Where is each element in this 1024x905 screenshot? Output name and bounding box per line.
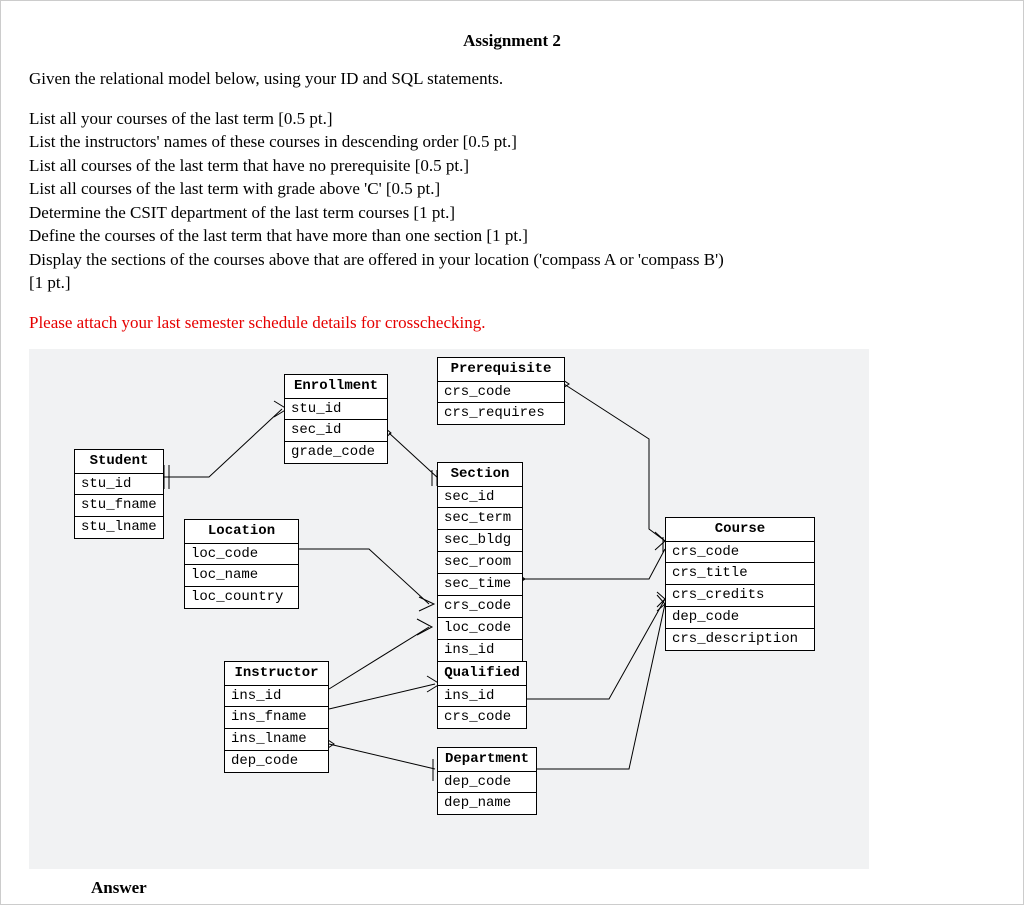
entity-instructor: Instructor ins_id ins_fname ins_lname de… [224,661,329,773]
task-line: List all courses of the last term that h… [29,154,995,177]
entity-attr: dep_code [438,772,536,794]
entity-student: Student stu_id stu_fname stu_lname [74,449,164,540]
entity-attr: stu_fname [75,495,163,517]
entity-header: Location [185,520,298,544]
entity-attr: sec_term [438,508,522,530]
task-line: List the instructors' names of these cou… [29,130,995,153]
entity-header: Instructor [225,662,328,686]
entity-header: Section [438,463,522,487]
answer-heading: Answer [91,878,147,898]
entity-attr: sec_id [285,420,387,442]
entity-attr: sec_room [438,552,522,574]
entity-enrollment: Enrollment stu_id sec_id grade_code [284,374,388,465]
entity-header: Course [666,518,814,542]
document-page: Assignment 2 Given the relational model … [0,0,1024,905]
entity-prerequisite: Prerequisite crs_code crs_requires [437,357,565,426]
task-line: Determine the CSIT department of the las… [29,201,995,224]
entity-attr: crs_code [438,382,564,404]
entity-attr: crs_description [666,629,814,650]
entity-attr: dep_name [438,793,536,814]
entity-attr: dep_code [666,607,814,629]
entity-attr: loc_name [185,565,298,587]
entity-attr: loc_code [438,618,522,640]
entity-attr: sec_time [438,574,522,596]
entity-department: Department dep_code dep_name [437,747,537,816]
intro-text: Given the relational model below, using … [29,69,995,89]
task-line: [1 pt.] [29,271,995,294]
entity-location: Location loc_code loc_name loc_country [184,519,299,610]
entity-course: Course crs_code crs_title crs_credits de… [665,517,815,651]
entity-attr: grade_code [285,442,387,463]
entity-attr: crs_code [666,542,814,564]
entity-attr: loc_code [185,544,298,566]
task-line: Display the sections of the courses abov… [29,248,995,271]
er-diagram: Student stu_id stu_fname stu_lname Enrol… [29,349,869,869]
entity-header: Prerequisite [438,358,564,382]
entity-attr: sec_id [438,487,522,509]
entity-attr: crs_code [438,596,522,618]
entity-qualified: Qualified ins_id crs_code [437,661,527,730]
entity-attr: crs_title [666,563,814,585]
entity-attr: ins_lname [225,729,328,751]
entity-attr: loc_country [185,587,298,608]
assignment-title: Assignment 2 [29,31,995,51]
attach-note: Please attach your last semester schedul… [29,313,995,333]
task-line: List all courses of the last term with g… [29,177,995,200]
entity-attr: crs_code [438,707,526,728]
entity-attr: crs_requires [438,403,564,424]
entity-attr: dep_code [225,751,328,772]
task-line: Define the courses of the last term that… [29,224,995,247]
entity-attr: stu_id [75,474,163,496]
entity-attr: crs_credits [666,585,814,607]
entity-header: Qualified [438,662,526,686]
entity-attr: ins_id [438,686,526,708]
entity-attr: stu_lname [75,517,163,538]
entity-attr: sec_bldg [438,530,522,552]
entity-attr: ins_fname [225,707,328,729]
entity-attr: ins_id [438,640,522,661]
entity-attr: stu_id [285,399,387,421]
task-list: List all your courses of the last term [… [29,107,995,295]
entity-header: Department [438,748,536,772]
entity-header: Student [75,450,163,474]
entity-attr: ins_id [225,686,328,708]
task-line: List all your courses of the last term [… [29,107,995,130]
entity-section: Section sec_id sec_term sec_bldg sec_roo… [437,462,523,662]
entity-header: Enrollment [285,375,387,399]
